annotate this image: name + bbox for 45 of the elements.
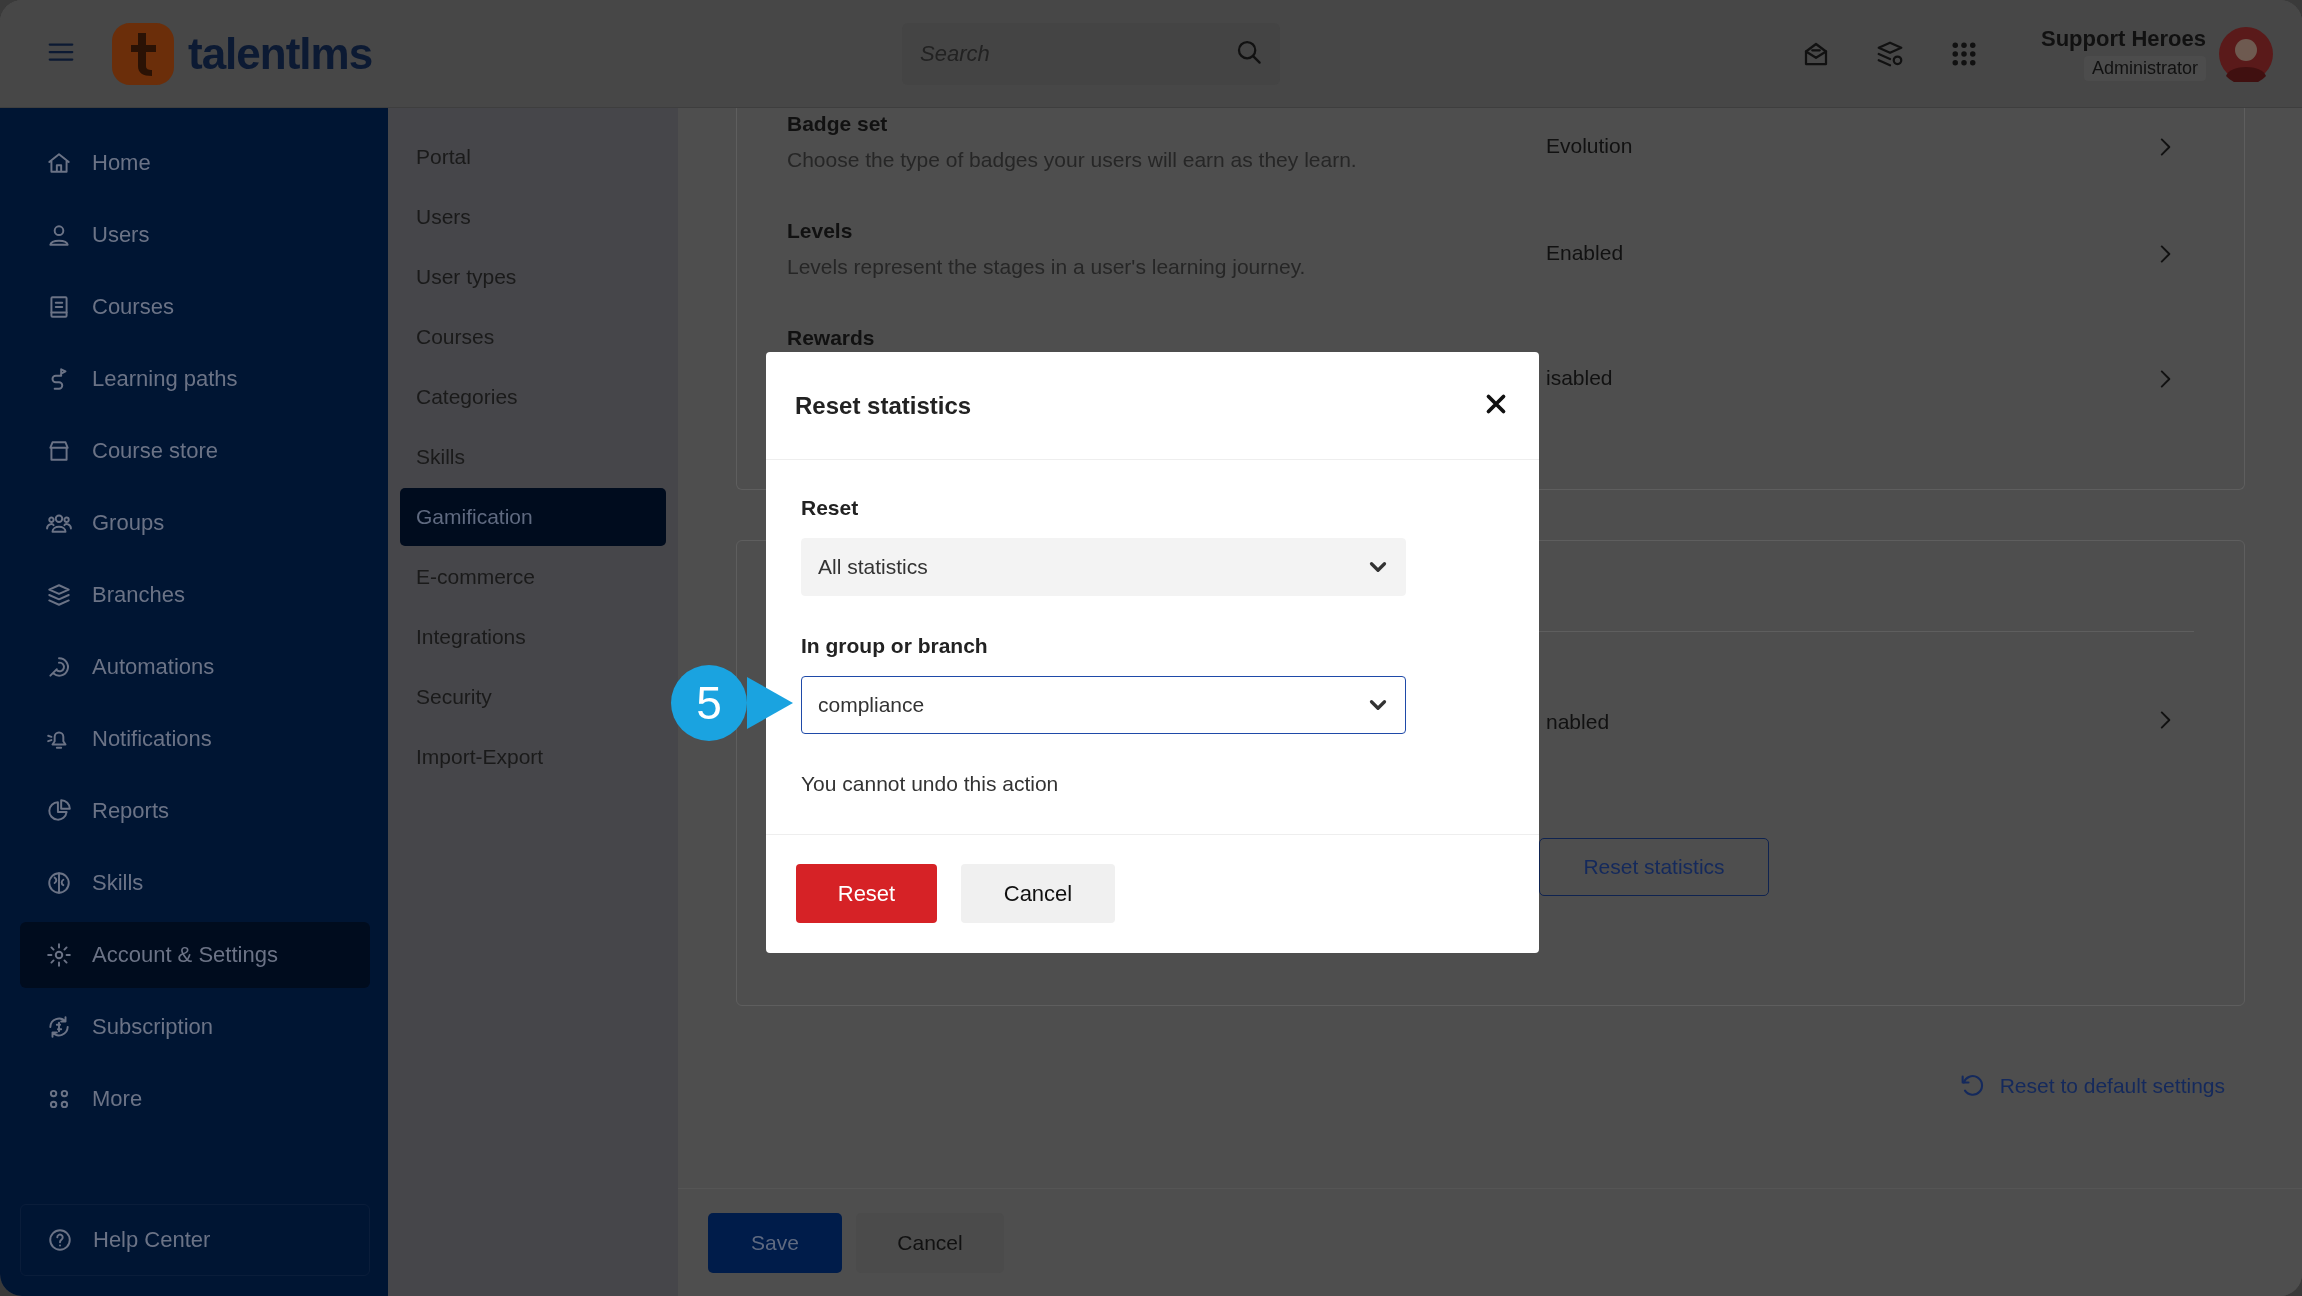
reset-button[interactable]: Reset	[796, 864, 937, 923]
save-button[interactable]: Save	[708, 1212, 842, 1273]
sidebar-item[interactable]: Users	[20, 202, 370, 268]
help-icon	[47, 1227, 73, 1253]
user-role: Administrator	[2083, 56, 2206, 81]
sidebar-item[interactable]: Learning paths	[20, 346, 370, 412]
sidebar-item[interactable]: Skills	[20, 850, 370, 916]
sidebar-item[interactable]: Course store	[20, 418, 370, 484]
modal-title: Reset statistics	[795, 391, 972, 420]
setting-value: Enabled	[1546, 241, 1625, 265]
sidebar-item[interactable]: More	[20, 1066, 370, 1132]
setting-title: Rewards	[787, 326, 876, 350]
setting-value: isabled	[1546, 366, 1614, 390]
cancel-button[interactable]: Cancel	[961, 864, 1115, 923]
sidebar-item[interactable]: Groups	[20, 490, 370, 556]
brand-name: talentlms	[188, 28, 373, 79]
pointer-icon	[747, 677, 793, 729]
sidebar-item[interactable]: Courses	[20, 274, 370, 340]
sidebar-item[interactable]: Reports	[20, 778, 370, 844]
pie-chart-icon	[46, 798, 72, 824]
logo-icon	[110, 20, 176, 87]
sidebar-item[interactable]: Automations	[20, 634, 370, 700]
subscription-icon	[46, 1014, 72, 1040]
avatar-icon[interactable]	[2218, 25, 2274, 82]
sidebar-item[interactable]: Home	[20, 130, 370, 196]
setting-title: Levels	[787, 219, 854, 243]
layers-icon	[46, 582, 72, 608]
field-label: In group or branch	[801, 634, 989, 658]
sidebar-item[interactable]: Notifications	[20, 706, 370, 772]
dropdown-field[interactable]: All statistics	[801, 538, 1406, 596]
sidebar-item[interactable]: Account & Settings	[20, 922, 370, 988]
store-icon	[46, 438, 72, 464]
sidebar-item[interactable]: Branches	[20, 562, 370, 628]
help-center-link[interactable]: Help Center	[20, 1204, 370, 1276]
home-icon	[46, 150, 72, 176]
setting-value: nabled	[1546, 710, 1611, 734]
field-label: Reset	[801, 496, 860, 520]
sidebar-item[interactable]: Subscription	[20, 994, 370, 1060]
setting-title: Badge set	[787, 112, 889, 136]
warning-text: You cannot undo this action	[801, 772, 1060, 797]
dropdown-field[interactable]: compliance	[801, 676, 1406, 734]
setting-value: Evolution	[1546, 134, 1634, 158]
settings-nav-item[interactable]: Gamification	[400, 488, 666, 546]
cancel-button[interactable]: Cancel	[856, 1212, 1004, 1273]
user-icon	[46, 222, 72, 248]
